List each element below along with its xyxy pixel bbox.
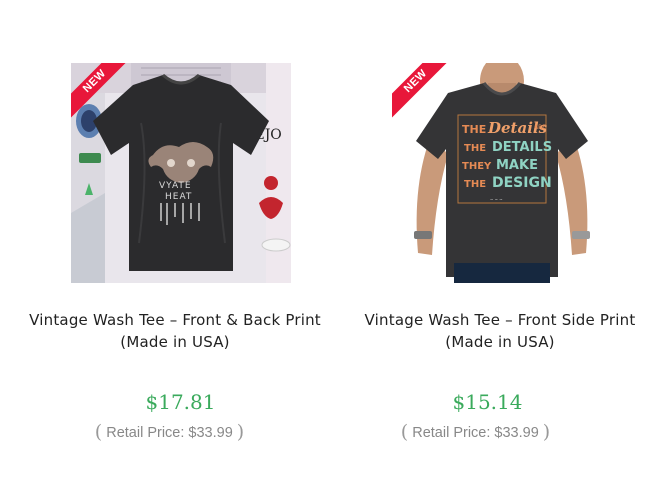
product-title[interactable]: Vintage Wash Tee – Front Side Print (Mad… xyxy=(345,309,655,353)
retail-price: ( Retail Price: $33.99 ) xyxy=(2,421,337,443)
retail-price-label: Retail Price: $33.99 xyxy=(412,425,539,441)
retail-price: ( Retail Price: $33.99 ) xyxy=(308,421,643,443)
svg-text:VYATE: VYATE xyxy=(159,181,192,191)
svg-text:~ ~ ~: ~ ~ ~ xyxy=(490,197,503,202)
product-title[interactable]: Vintage Wash Tee – Front & Back Print (M… xyxy=(15,309,335,353)
product-card[interactable]: OEJO VYATE HEAT NEW Vintage Wash Tee – F… xyxy=(15,0,350,503)
svg-text:THE: THE xyxy=(464,143,486,154)
product-price: $17.81 xyxy=(145,390,216,414)
retail-close-paren: ) xyxy=(542,421,551,443)
svg-text:THEY: THEY xyxy=(462,161,492,172)
retail-open-paren: ( xyxy=(94,421,103,443)
retail-close-paren: ) xyxy=(236,421,245,443)
new-badge-label: NEW xyxy=(392,63,452,123)
svg-text:HEAT: HEAT xyxy=(165,192,192,202)
svg-text:DESIGN: DESIGN xyxy=(492,175,552,191)
new-badge: NEW xyxy=(71,63,131,123)
svg-text:THE: THE xyxy=(464,179,486,190)
new-badge-label: NEW xyxy=(71,63,131,123)
svg-text:THE: THE xyxy=(462,123,486,136)
product-card[interactable]: THE Details ARE THE DETAILS THEY MAKE TH… xyxy=(345,0,670,503)
svg-text:DETAILS: DETAILS xyxy=(492,140,552,155)
new-badge: NEW xyxy=(392,63,452,123)
retail-price-label: Retail Price: $33.99 xyxy=(106,425,233,441)
product-price: $15.14 xyxy=(452,390,523,414)
retail-open-paren: ( xyxy=(400,421,409,443)
svg-text:ARE: ARE xyxy=(534,124,546,131)
product-image[interactable]: OEJO VYATE HEAT NEW xyxy=(71,63,291,283)
product-image[interactable]: THE Details ARE THE DETAILS THEY MAKE TH… xyxy=(392,63,612,283)
product-grid: OEJO VYATE HEAT NEW Vintage Wash Tee – F… xyxy=(0,0,670,503)
svg-text:MAKE: MAKE xyxy=(496,158,538,173)
